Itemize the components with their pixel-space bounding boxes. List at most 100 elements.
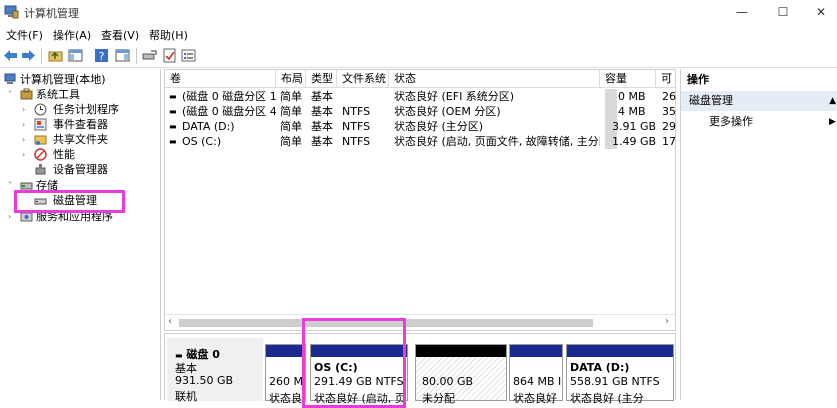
volume-status: 状态良好 (启动, 页面文件, 故障转储, 主分区) <box>394 135 600 148</box>
volume-capacity: 1.49 GB <box>612 135 656 148</box>
device-manager-icon <box>35 164 46 175</box>
partition-data-d[interactable]: DATA (D:) 558.91 GB NTFS 状态良好 (主分 <box>566 344 674 405</box>
partition-bar <box>266 345 305 357</box>
volume-row[interactable]: ▬ (磁盘 0 磁盘分区 4) 简单 基本 NTFS 状态良好 (OEM 分区)… <box>165 104 676 119</box>
partition-bar <box>416 345 506 357</box>
disk-icon: ▬ <box>169 137 177 146</box>
volume-free: 29 <box>662 120 676 133</box>
computer-management-icon <box>4 5 19 19</box>
volume-row[interactable]: ▬ OS (C:) 简单 基本 NTFS 状态良好 (启动, 页面文件, 故障转… <box>165 134 676 149</box>
toolbar: ? <box>0 44 837 68</box>
column-header-status[interactable]: 状态 <box>389 70 600 88</box>
disk-size: 931.50 GB <box>175 374 234 387</box>
toolbar-separator <box>136 48 137 64</box>
no-entry-performance-icon <box>34 148 47 161</box>
volume-status: 状态良好 (EFI 系统分区) <box>394 90 515 103</box>
scroll-left-icon[interactable]: ‹ <box>168 316 172 327</box>
partition-efi[interactable]: 260 M 状态良 <box>265 344 306 405</box>
more-actions-link[interactable]: 更多操作 <box>709 113 753 131</box>
menu-help[interactable]: 帮助(H) <box>149 27 188 43</box>
disk-icon: ▬ <box>175 351 183 360</box>
scroll-right-icon[interactable]: › <box>665 316 669 327</box>
column-header-volume[interactable]: 卷 <box>165 70 276 88</box>
volume-filesystem: NTFS <box>342 120 371 133</box>
chevron-right-icon[interactable]: › <box>22 117 30 132</box>
disk-icon: ▬ <box>169 92 177 101</box>
volume-capacity: 3.91 GB <box>612 120 656 133</box>
volume-row[interactable]: ▬ (磁盘 0 磁盘分区 1) 简单 基本 状态良好 (EFI 系统分区) 0 … <box>165 89 676 104</box>
menu-view[interactable]: 查看(V) <box>101 27 139 43</box>
volume-type: 基本 <box>311 105 333 118</box>
column-header-type[interactable]: 类型 <box>306 70 337 88</box>
partition-bar <box>510 345 562 357</box>
partition-oem[interactable]: 864 MB I 状态良好 <box>509 344 563 405</box>
check-properties-icon[interactable] <box>161 47 178 64</box>
actions-selected-label: 磁盘管理 <box>689 94 733 107</box>
chevron-right-icon[interactable]: › <box>22 102 30 117</box>
horizontal-scrollbar[interactable]: ‹ › <box>165 314 675 330</box>
partition-size: 80.00 GB <box>422 375 474 388</box>
partition-size: 260 M <box>269 375 303 388</box>
column-header-capacity[interactable]: 容量 <box>600 70 656 88</box>
volume-name: OS (C:) <box>182 135 222 148</box>
partition-size: 558.91 GB NTFS <box>570 375 660 388</box>
console-tree: 计算机管理(本地) ˅ 系统工具 › 任务计划程序 › 事件查看器 › 共享文件… <box>0 69 161 400</box>
volume-free: 35 <box>662 105 676 118</box>
column-header-free[interactable]: 可 <box>656 70 675 88</box>
actions-disk-management[interactable]: 磁盘管理 ▲ <box>681 91 837 111</box>
disk-0-info[interactable]: ▬ 磁盘 0 基本 931.50 GB 联机 <box>167 338 263 403</box>
partition-title: DATA (D:) <box>570 361 630 374</box>
tree-label: 设备管理器 <box>53 163 108 176</box>
menu-file[interactable]: 文件(F) <box>6 27 43 43</box>
minimize-button[interactable]: — <box>727 2 757 22</box>
highlight-box <box>302 318 406 408</box>
more-actions-label: 更多操作 <box>709 115 753 128</box>
volume-status: 状态良好 (OEM 分区) <box>394 105 501 118</box>
volume-name: DATA (D:) <box>182 120 235 133</box>
tree-label: 共享文件夹 <box>53 133 108 146</box>
disk-icon: ▬ <box>169 107 177 116</box>
event-log-icon <box>34 118 47 131</box>
chevron-right-icon[interactable]: › <box>22 132 30 147</box>
chevron-down-icon[interactable]: ˅ <box>8 87 16 102</box>
actions-header: 操作 <box>687 73 709 86</box>
volume-capacity: 0 MB <box>618 90 646 103</box>
title-bar: 计算机管理 — ☐ ✕ <box>0 0 837 24</box>
close-button[interactable]: ✕ <box>806 2 836 22</box>
capacity-mask <box>605 89 617 104</box>
show-action-pane-icon[interactable] <box>114 47 131 64</box>
partition-status: 状态良好 (主分 <box>570 392 644 405</box>
volume-layout: 简单 <box>280 135 302 148</box>
volume-list: 卷 布局 类型 文件系统 状态 容量 可 ▬ (磁盘 0 磁盘分区 1) 简单 … <box>164 69 676 331</box>
chevron-right-icon[interactable]: ▶ <box>829 113 836 131</box>
list-view-icon[interactable] <box>180 47 197 64</box>
help-icon[interactable]: ? <box>93 47 110 64</box>
forward-arrow-icon[interactable] <box>20 47 37 64</box>
volume-layout: 简单 <box>280 120 302 133</box>
back-arrow-icon[interactable] <box>2 47 19 64</box>
partition-status: 状态良 <box>269 392 302 405</box>
shared-folder-icon <box>34 135 47 145</box>
disk-icon: ▬ <box>169 122 177 131</box>
show-console-tree-icon[interactable] <box>67 47 84 64</box>
tools-icon <box>20 88 33 100</box>
volume-row[interactable]: ▬ DATA (D:) 简单 基本 NTFS 状态良好 (主分区) 3.91 G… <box>165 119 676 134</box>
collapse-up-icon[interactable]: ▲ <box>829 91 836 111</box>
computer-icon <box>4 73 16 84</box>
connect-drive-icon[interactable] <box>141 47 158 64</box>
highlight-box <box>14 190 125 213</box>
partition-bar <box>567 345 673 357</box>
volume-layout: 简单 <box>280 105 302 118</box>
partition-unallocated[interactable]: 80.00 GB 未分配 <box>415 344 507 405</box>
menu-action[interactable]: 操作(A) <box>53 27 91 43</box>
column-header-layout[interactable]: 布局 <box>276 70 306 88</box>
menu-bar: 文件(F) 操作(A) 查看(V) 帮助(H) <box>0 24 837 44</box>
chevron-right-icon[interactable]: › <box>22 147 30 162</box>
disk-status: 联机 <box>175 390 197 403</box>
up-folder-icon[interactable] <box>47 47 64 64</box>
disk-map: ▬ 磁盘 0 基本 931.50 GB 联机 260 M 状态良 OS (C:)… <box>164 333 676 405</box>
window-title: 计算机管理 <box>24 7 79 20</box>
column-header-filesystem[interactable]: 文件系统 <box>337 70 389 88</box>
capacity-mask <box>605 104 617 119</box>
maximize-button[interactable]: ☐ <box>768 2 798 22</box>
